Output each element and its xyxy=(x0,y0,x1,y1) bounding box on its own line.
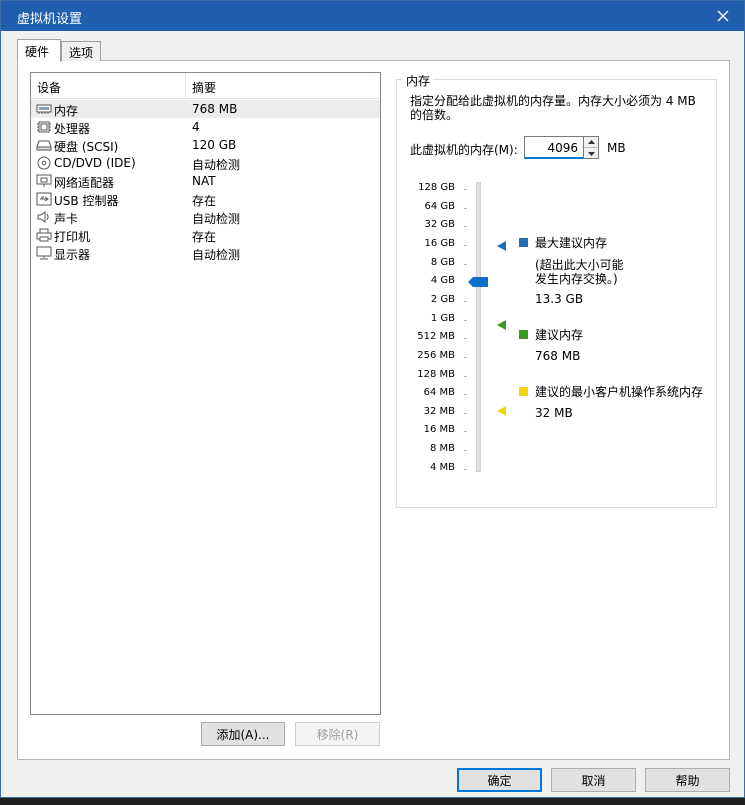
device-row-printer[interactable]: 打印机 存在 xyxy=(31,226,380,244)
scale-tick xyxy=(464,226,467,227)
printer-icon xyxy=(36,228,52,242)
scale-tick xyxy=(464,208,467,209)
title-bar[interactable]: 虚拟机设置 xyxy=(1,1,744,31)
memory-spinner[interactable] xyxy=(583,136,599,159)
tab-options[interactable]: 选项 xyxy=(61,41,101,61)
tab-hardware[interactable]: 硬件 xyxy=(17,39,61,62)
memory-slider-thumb[interactable] xyxy=(468,277,488,287)
memory-description: 指定分配给此虚拟机的内存量。内存大小必须为 4 MB 的倍数。 xyxy=(410,94,696,122)
min-recommended-title: 建议的最小客户机操作系统内存 xyxy=(535,385,704,399)
device-row-sound-card[interactable]: 声卡 自动检测 xyxy=(31,208,380,226)
ok-button[interactable]: 确定 xyxy=(457,768,542,792)
min-recommended-value: 32 MB xyxy=(535,406,573,420)
scale-tick xyxy=(464,245,467,246)
device-row-network-adapter[interactable]: 网络适配器 NAT xyxy=(31,172,380,190)
hard-disk-icon xyxy=(36,140,52,151)
memory-size-input[interactable]: 4096 xyxy=(524,136,584,159)
max-recommended-title: 最大建议内存 xyxy=(535,236,608,250)
scale-label: 256 MB xyxy=(417,350,455,361)
device-row-hard-disk[interactable]: 硬盘 (SCSI) 120 GB xyxy=(31,136,380,154)
scale-label: 1 GB xyxy=(430,313,455,324)
close-button[interactable] xyxy=(712,5,734,27)
max-recommended-marker-icon xyxy=(497,241,506,251)
scale-label: 4 MB xyxy=(429,462,455,473)
window-title: 虚拟机设置 xyxy=(17,12,83,27)
scale-tick xyxy=(464,264,467,265)
scale-label: 32 MB xyxy=(423,406,455,417)
recommended-marker-icon xyxy=(497,320,506,330)
memory-unit-label: MB xyxy=(607,141,626,155)
device-rows: 内存 768 MB 处理器 4 硬盘 (SCSI) 120 GB CD/DVD … xyxy=(31,100,380,262)
device-row-cd-dvd[interactable]: CD/DVD (IDE) 自动检测 xyxy=(31,154,380,172)
scale-label: 4 GB xyxy=(430,275,455,286)
display-icon xyxy=(36,246,52,260)
scale-label: 64 GB xyxy=(424,201,455,212)
device-list[interactable]: 设备 摘要 内存 768 MB 处理器 4 硬盘 (SCSI) 120 GB C… xyxy=(30,72,381,715)
help-button[interactable]: 帮助 xyxy=(645,768,730,792)
device-row-display[interactable]: 显示器 自动检测 xyxy=(31,244,380,262)
scale-label: 128 GB xyxy=(418,182,455,193)
max-recommended-value: 13.3 GB xyxy=(535,292,584,306)
scale-label: 8 MB xyxy=(429,443,455,454)
memory-input-label: 此虚拟机的内存(M): xyxy=(410,143,518,157)
scale-label: 32 GB xyxy=(424,219,455,230)
scale-label: 2 GB xyxy=(430,294,455,305)
scale-label: 16 GB xyxy=(424,238,455,249)
min-recommended-legend-icon xyxy=(519,387,528,396)
recommended-title: 建议内存 xyxy=(535,328,584,342)
usb-controller-icon xyxy=(36,192,52,206)
network-adapter-icon xyxy=(36,174,52,187)
scale-tick xyxy=(464,413,467,414)
vm-settings-dialog: 虚拟机设置 硬件 选项 设备 摘要 内存 768 MB 处理器 4 硬盘 (SC… xyxy=(0,0,745,798)
device-row-usb-controller[interactable]: USB 控制器 存在 xyxy=(31,190,380,208)
spin-up-button[interactable] xyxy=(584,137,598,148)
remove-device-button[interactable]: 移除(R) xyxy=(295,722,380,746)
scale-label: 128 MB xyxy=(417,369,455,380)
add-device-button[interactable]: 添加(A)... xyxy=(201,722,285,746)
memory-icon xyxy=(36,104,52,114)
min-recommended-marker-icon xyxy=(497,406,506,416)
spin-down-button[interactable] xyxy=(584,148,598,159)
scale-tick xyxy=(464,394,467,395)
scale-tick xyxy=(464,469,467,470)
sound-card-icon xyxy=(37,211,49,223)
processor-icon xyxy=(37,121,51,133)
cancel-button[interactable]: 取消 xyxy=(551,768,636,792)
memory-slider-track[interactable] xyxy=(476,182,481,472)
recommended-legend-icon xyxy=(519,330,528,339)
scale-tick xyxy=(464,338,467,339)
device-row-processor[interactable]: 处理器 4 xyxy=(31,118,380,136)
scale-tick xyxy=(464,189,467,190)
column-header-summary[interactable]: 摘要 xyxy=(186,73,380,99)
scale-label: 512 MB xyxy=(417,331,455,342)
close-icon xyxy=(717,10,729,22)
max-recommended-legend-icon xyxy=(519,238,528,247)
scale-label: 8 GB xyxy=(430,257,455,268)
scale-tick xyxy=(464,431,467,432)
scale-tick xyxy=(464,450,467,451)
cd-dvd-icon xyxy=(37,156,51,170)
device-list-header: 设备 摘要 xyxy=(31,73,380,99)
column-header-device[interactable]: 设备 xyxy=(31,73,186,99)
recommended-value: 768 MB xyxy=(535,349,581,363)
scale-tick xyxy=(464,301,467,302)
scale-tick xyxy=(464,320,467,321)
chevron-down-icon xyxy=(587,151,595,156)
scale-label: 16 MB xyxy=(423,424,455,435)
memory-group-title: 内存 xyxy=(403,72,434,89)
scale-label: 64 MB xyxy=(423,387,455,398)
device-row-memory[interactable]: 内存 768 MB xyxy=(31,100,380,118)
scale-tick xyxy=(464,376,467,377)
max-recommended-note-2: 发生内存交换。) xyxy=(535,272,618,286)
scale-tick xyxy=(464,357,467,358)
chevron-up-icon xyxy=(587,140,595,144)
